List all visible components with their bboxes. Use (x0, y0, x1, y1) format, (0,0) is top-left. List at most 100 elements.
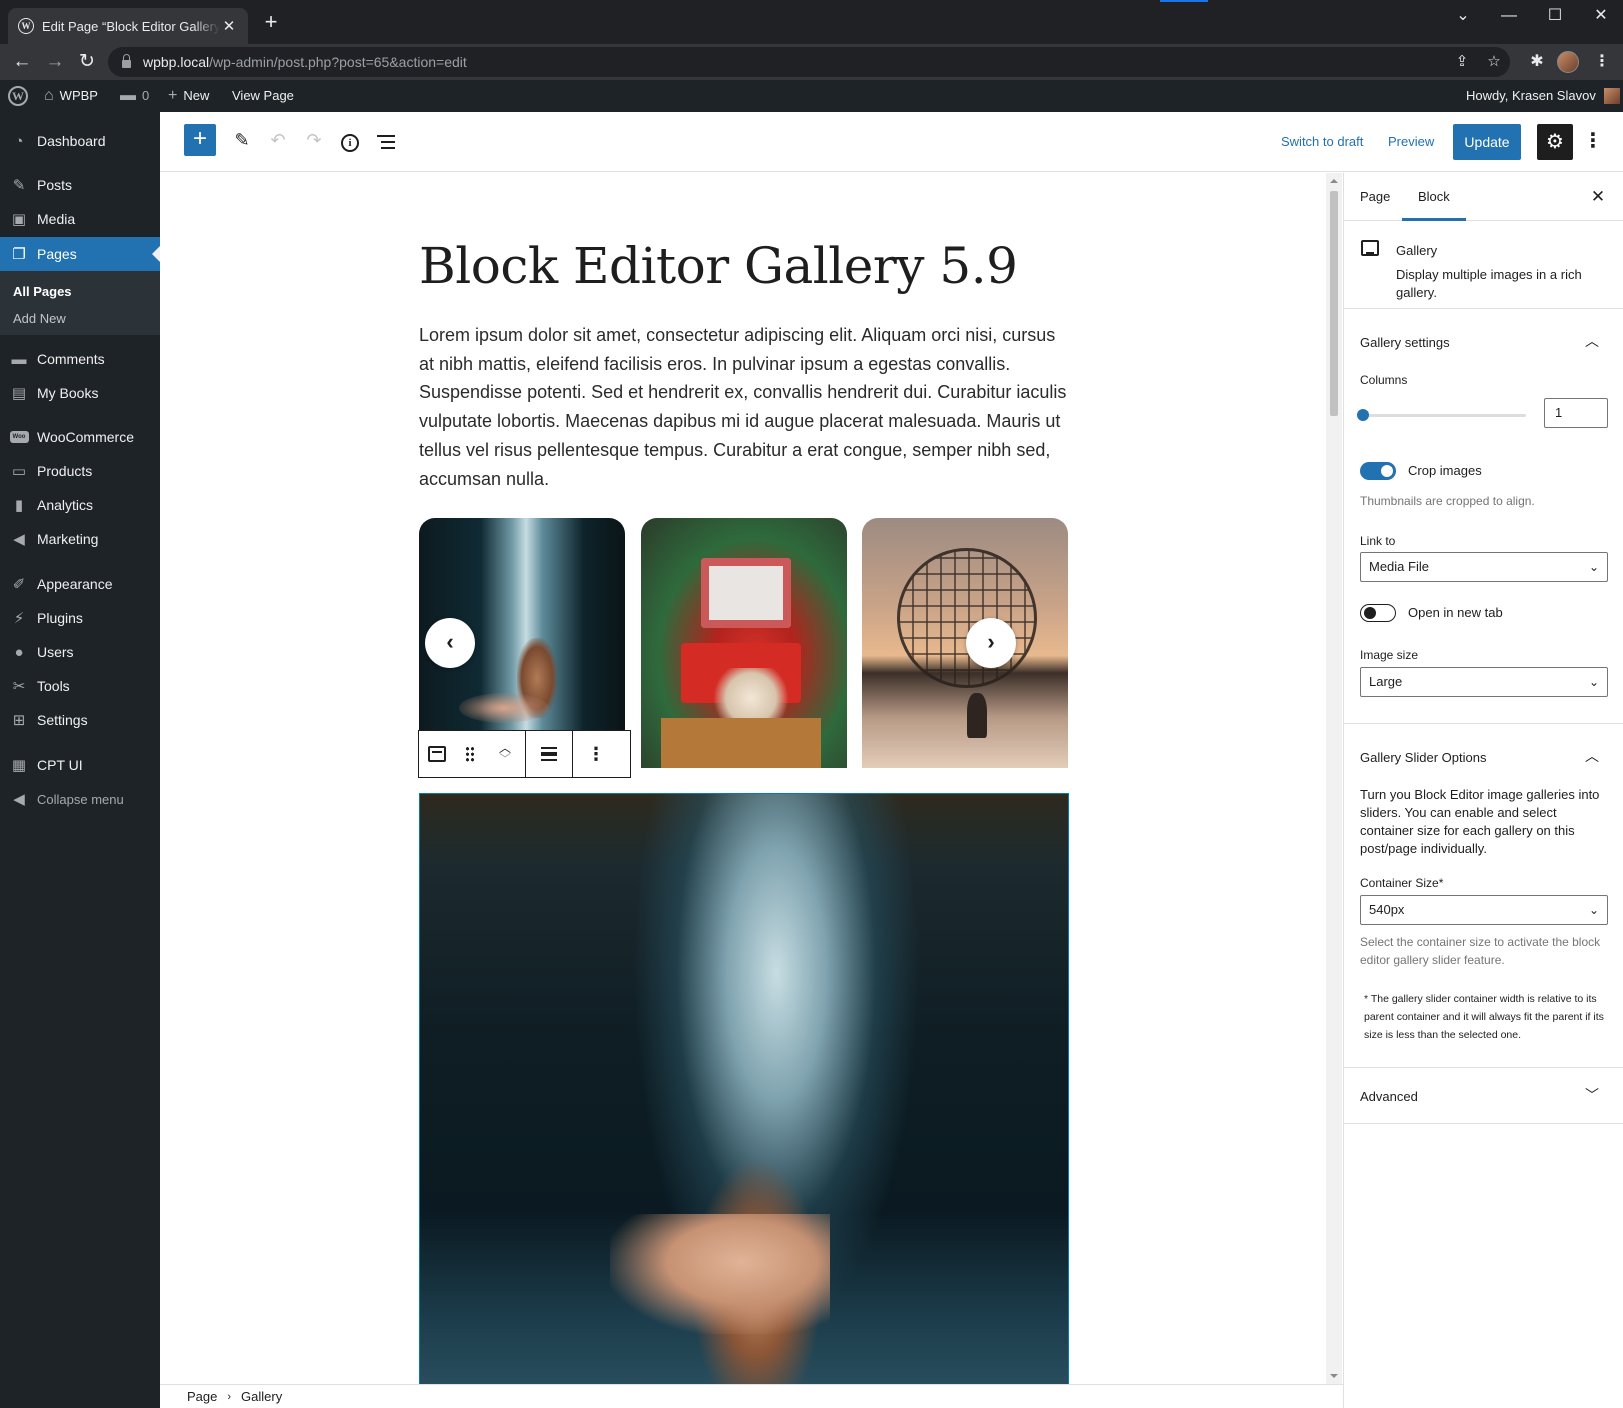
crop-images-label: Crop images (1408, 463, 1482, 478)
sidebar-item-marketing[interactable]: ◀ Marketing (0, 522, 160, 556)
gallery-block-icon[interactable] (419, 731, 455, 777)
post-title[interactable]: Block Editor Gallery 5.9 (419, 237, 1018, 295)
sidebar-item-media[interactable]: ▣ Media (0, 202, 160, 236)
container-size-select[interactable]: 540px ⌄ (1360, 895, 1608, 925)
minimize-icon[interactable]: — (1494, 4, 1524, 28)
submenu-all-pages[interactable]: All Pages (13, 284, 72, 299)
url-host: wpbp.local (143, 54, 210, 70)
gallery-featured-image-waterfall[interactable] (419, 793, 1069, 1384)
columns-slider-track[interactable] (1364, 414, 1526, 417)
sidebar-item-analytics[interactable]: ▮ Analytics (0, 488, 160, 522)
link-to-label: Link to (1360, 534, 1396, 548)
undo-icon[interactable]: ↶ (264, 126, 292, 154)
slider-description: Turn you Block Editor image galleries in… (1360, 787, 1600, 856)
wp-logo-menu[interactable]: W (8, 80, 28, 112)
tab-page[interactable]: Page (1344, 173, 1406, 221)
drag-handle-icon[interactable] (455, 731, 485, 777)
sidebar-item-woocommerce[interactable]: Woo WooCommerce (0, 420, 160, 454)
sidebar-item-users[interactable]: ● Users (0, 635, 160, 669)
panel-title[interactable]: Advanced (1360, 1089, 1418, 1104)
address-bar[interactable]: wpbp.local/wp-admin/post.php?post=65&act… (108, 47, 1510, 77)
move-up-down-icon[interactable]: ︿ ﹀ (485, 731, 525, 777)
sidebar-item-settings[interactable]: ⊞ Settings (0, 703, 160, 737)
extensions-icon[interactable]: ✱ (1525, 50, 1549, 74)
site-name-link[interactable]: ⌂ WPBP (44, 80, 98, 112)
options-more-icon[interactable]: ⋮ (1581, 126, 1605, 158)
update-button[interactable]: Update (1453, 124, 1521, 160)
gallery-image-unisphere[interactable] (862, 518, 1068, 768)
my-account-menu[interactable]: Howdy, Krasen Slavov (1466, 80, 1620, 112)
panel-title[interactable]: Gallery settings (1360, 335, 1450, 350)
paragraph-block[interactable]: Lorem ipsum dolor sit amet, consectetur … (419, 321, 1069, 493)
block-options-icon[interactable]: ⋮ (573, 731, 619, 777)
new-content-link[interactable]: + New (168, 80, 209, 112)
maximize-icon[interactable]: ☐ (1540, 4, 1570, 28)
chevron-up-icon[interactable]: ︿ (1584, 748, 1600, 764)
breadcrumb-gallery[interactable]: Gallery (241, 1389, 282, 1404)
sidebar-item-label: My Books (37, 385, 99, 401)
profile-avatar[interactable] (1557, 51, 1579, 73)
more-group: ⋮ (573, 731, 619, 777)
close-tab-icon[interactable]: ✕ (220, 17, 238, 35)
block-card-title: Gallery (1396, 243, 1438, 258)
sidebar-item-plugins[interactable]: ⚡ Plugins (0, 601, 160, 635)
sidebar-item-products[interactable]: ▭ Products (0, 454, 160, 488)
columns-slider-handle[interactable] (1357, 409, 1369, 421)
details-info-icon[interactable]: i (336, 126, 364, 154)
tools-pencil-icon[interactable]: ✎ (228, 126, 256, 154)
close-window-icon[interactable]: ✕ (1586, 4, 1616, 28)
gallery-image-gifts[interactable] (641, 518, 847, 768)
breadcrumb-page[interactable]: Page (187, 1389, 217, 1404)
admin-sidebar: ◔ Dashboard ✎ Posts ▣ Media ❐ Pages All … (0, 112, 160, 1408)
view-page-link[interactable]: View Page (232, 80, 294, 112)
sidebar-item-tools[interactable]: ✂ Tools (0, 669, 160, 703)
slider-prev-button[interactable]: ‹ (425, 618, 475, 668)
new-tab-icon[interactable]: + (260, 11, 282, 34)
share-icon[interactable]: ⇪ (1452, 52, 1472, 72)
sidebar-item-cpt-ui[interactable]: ▦ CPT UI (0, 748, 160, 782)
block-inserter-button[interactable]: + (184, 124, 216, 156)
submenu-add-new[interactable]: Add New (13, 311, 66, 326)
reload-icon[interactable]: ↻ (75, 50, 99, 74)
pages-submenu: All Pages Add New (0, 271, 160, 335)
tab-search-icon[interactable]: ⌄ (1448, 4, 1478, 28)
settings-gear-icon[interactable]: ⚙ (1537, 124, 1573, 160)
dashboard-icon: ◔ (14, 132, 24, 150)
chevron-up-icon[interactable]: ︿ (1584, 333, 1600, 349)
user-icon: ● (14, 643, 24, 661)
browser-tab[interactable]: W Edit Page “Block Editor Gallery 5.9” ‹… (8, 8, 248, 44)
align-icon[interactable] (526, 731, 572, 777)
redo-icon[interactable]: ↷ (300, 126, 328, 154)
chrome-menu-icon[interactable]: ⋮ (1590, 50, 1614, 74)
sidebar-item-my-books[interactable]: ▤ My Books (0, 376, 160, 410)
grid-icon: ▦ (11, 757, 27, 774)
crop-images-toggle[interactable] (1360, 462, 1396, 480)
switch-to-draft-button[interactable]: Switch to draft (1281, 134, 1363, 149)
tab-loading-indicator (1160, 0, 1208, 2)
sidebar-collapse-menu[interactable]: ◀ Collapse menu (0, 782, 160, 816)
list-view-icon[interactable] (372, 126, 400, 154)
chevron-down-icon[interactable]: ﹀ (1584, 1087, 1600, 1103)
close-settings-icon[interactable]: ✕ (1586, 185, 1610, 209)
sidebar-item-comments[interactable]: ▬ Comments (0, 342, 160, 376)
sidebar-item-pages[interactable]: ❐ Pages (0, 237, 160, 271)
slider-next-button[interactable]: › (966, 618, 1016, 668)
canvas-scrollbar[interactable] (1326, 173, 1342, 1384)
open-new-tab-toggle[interactable] (1360, 604, 1396, 622)
gallery-icon (1361, 240, 1379, 256)
url-path: /wp-admin/post.php?post=65&action=edit (209, 54, 467, 70)
tab-block[interactable]: Block (1402, 173, 1466, 221)
image-size-select[interactable]: Large ⌄ (1360, 667, 1608, 697)
columns-input[interactable]: 1 (1544, 398, 1608, 428)
sidebar-item-label: Dashboard (37, 133, 106, 149)
back-icon[interactable]: ← (10, 50, 34, 74)
panel-title[interactable]: Gallery Slider Options (1360, 750, 1486, 765)
bookmark-star-icon[interactable]: ☆ (1484, 52, 1504, 72)
forward-icon[interactable]: → (43, 50, 67, 74)
comments-link[interactable]: ▬ 0 (120, 80, 149, 112)
preview-button[interactable]: Preview (1388, 134, 1434, 149)
sidebar-item-dashboard[interactable]: ◔ Dashboard (0, 124, 160, 158)
sidebar-item-posts[interactable]: ✎ Posts (0, 168, 160, 202)
link-to-select[interactable]: Media File ⌄ (1360, 552, 1608, 582)
sidebar-item-appearance[interactable]: ✐ Appearance (0, 567, 160, 601)
